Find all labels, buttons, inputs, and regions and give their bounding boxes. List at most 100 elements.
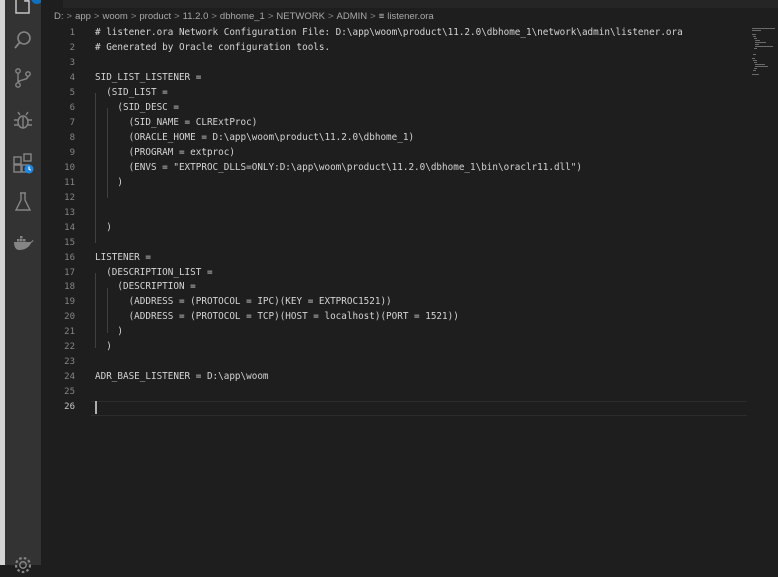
- line-number-gutter: 1 2 3 4 5 6 7 8 9 10 11 12 13 14 15 16 17 18 19 20 21 22 23 24 2…: [41, 26, 75, 415]
- minimap-line: [754, 48, 757, 49]
- line-number: 13: [64, 207, 75, 218]
- settings-gear-icon[interactable]: [11, 553, 35, 577]
- code-line[interactable]: (PROGRAM = extproc): [95, 146, 750, 161]
- code-line[interactable]: ): [95, 176, 750, 191]
- activity-bar: 1: [5, 0, 43, 574]
- line-number: 5: [69, 87, 75, 98]
- line-number: 18: [64, 282, 75, 293]
- breadcrumb-segment-product[interactable]: product: [139, 11, 171, 22]
- code-line[interactable]: ): [95, 325, 750, 340]
- indent-guide: [95, 273, 96, 348]
- line-number: 8: [69, 132, 75, 143]
- debug-icon[interactable]: [11, 108, 35, 132]
- code-line[interactable]: [95, 236, 750, 251]
- breadcrumb-file[interactable]: listener.ora: [387, 11, 433, 22]
- breadcrumb-separator: >: [327, 11, 334, 22]
- indent-guide: [107, 287, 108, 333]
- breadcrumb-segment-drive[interactable]: D:: [54, 11, 64, 22]
- minimap-line: [752, 28, 776, 29]
- minimap-line: [755, 40, 761, 41]
- code-line[interactable]: (DESCRIPTION =: [95, 280, 750, 295]
- minimap-line: [754, 38, 757, 39]
- breadcrumb-segment-app[interactable]: app: [75, 11, 91, 22]
- breadcrumb-segment-version[interactable]: 11.2.0: [183, 11, 209, 22]
- minimap-line: [755, 46, 773, 47]
- code-line[interactable]: (DESCRIPTION_LIST =: [95, 266, 750, 281]
- breadcrumb-separator: >: [211, 11, 217, 22]
- code-line[interactable]: ADR_BASE_LISTENER = D:\app\woom: [95, 370, 750, 385]
- minimap-line: [753, 36, 756, 37]
- code-line[interactable]: (SID_NAME = CLRExtProc): [95, 116, 750, 131]
- breadcrumb-separator: >: [93, 11, 100, 22]
- line-number: 24: [64, 372, 75, 383]
- line-number: 17: [64, 267, 75, 278]
- source-control-icon[interactable]: [11, 66, 35, 90]
- line-number: 3: [69, 57, 75, 68]
- line-number: 23: [64, 357, 75, 368]
- minimap-line: [755, 42, 767, 43]
- code-line[interactable]: (ADDRESS = (PROTOCOL = TCP)(HOST = local…: [95, 310, 750, 325]
- minimap-line: [755, 64, 766, 65]
- minimap-line: [752, 34, 757, 35]
- line-number: 16: [64, 252, 75, 263]
- extensions-icon[interactable]: [11, 151, 35, 175]
- code-line[interactable]: [95, 400, 750, 415]
- file-type-icon: ≡: [378, 11, 385, 22]
- line-number: 11: [64, 177, 75, 188]
- code-line[interactable]: [95, 385, 750, 400]
- minimap-line: [754, 68, 757, 69]
- code-line[interactable]: [95, 56, 750, 71]
- code-line[interactable]: ): [95, 340, 750, 355]
- line-number: 7: [69, 117, 75, 128]
- line-number: 2: [69, 42, 75, 53]
- code-line[interactable]: # Generated by Oracle configuration tool…: [95, 41, 750, 56]
- code-line[interactable]: (SID_DESC =: [95, 101, 750, 116]
- line-number: 4: [69, 72, 75, 83]
- indent-guide: [95, 93, 96, 244]
- minimap-line: [752, 74, 759, 75]
- breadcrumb-separator: >: [267, 11, 274, 22]
- code-line[interactable]: [95, 206, 750, 221]
- minimap[interactable]: [750, 26, 778, 565]
- breadcrumb: D: > app > woom > product >11.2.0 > dbhome_1 > NETW…: [54, 10, 434, 24]
- minimap-line: [755, 66, 768, 67]
- breadcrumb-segment-dbhome[interactable]: dbhome_1: [220, 11, 265, 22]
- line-number: 1: [69, 28, 75, 38]
- search-icon[interactable]: [11, 28, 35, 52]
- code-line[interactable]: [95, 355, 750, 370]
- code-line[interactable]: (ADDRESS = (PROTOCOL = IPC)(KEY = EXTPRO…: [95, 295, 750, 310]
- code-line[interactable]: ): [95, 221, 750, 236]
- docker-icon[interactable]: [11, 230, 35, 254]
- code-line[interactable]: (ENVS = "EXTPROC_DLLS=ONLY:D:\app\woom\p…: [95, 161, 750, 176]
- line-number: 15: [64, 237, 75, 248]
- breadcrumb-separator: >: [130, 11, 137, 22]
- code-lines[interactable]: # listener.ora Network Configuration Fil…: [95, 26, 750, 415]
- line-number: 25: [64, 387, 75, 398]
- minimap-line: [752, 30, 762, 31]
- line-number: 26: [64, 402, 75, 413]
- explorer-icon[interactable]: 1: [11, 0, 43, 16]
- editor-tab[interactable]: [41, 0, 63, 8]
- tab-bar: [41, 0, 778, 8]
- breadcrumb-separator: >: [66, 11, 73, 22]
- breadcrumb-segment-woom[interactable]: woom: [102, 11, 127, 22]
- code-line[interactable]: (ORACLE_HOME = D:\app\woom\product\11.2.…: [95, 131, 750, 146]
- code-editor[interactable]: 1 2 3 4 5 6 7 8 9 10 11 12 13 14 15 16 17 18 19 20 21 22 23 24 2…: [41, 26, 750, 565]
- testing-icon[interactable]: [11, 190, 35, 214]
- line-number: 20: [64, 312, 75, 323]
- minimap-line: [753, 54, 756, 55]
- line-number: 19: [64, 297, 75, 308]
- text-cursor: [95, 401, 97, 415]
- indent-guide: [107, 108, 108, 199]
- breadcrumb-separator: >: [174, 11, 180, 22]
- breadcrumb-segment-admin[interactable]: ADMIN: [337, 11, 368, 22]
- code-line[interactable]: LISTENER =: [95, 251, 750, 266]
- breadcrumb-separator: >: [370, 11, 376, 22]
- code-line[interactable]: SID_LIST_LISTENER =: [95, 71, 750, 86]
- breadcrumb-segment-network[interactable]: NETWORK: [276, 11, 325, 22]
- line-number: 21: [64, 327, 75, 338]
- line-number: 6: [69, 102, 75, 113]
- code-line[interactable]: (SID_LIST =: [95, 86, 750, 101]
- code-line[interactable]: # listener.ora Network Configuration Fil…: [95, 26, 750, 41]
- code-line[interactable]: [95, 191, 750, 206]
